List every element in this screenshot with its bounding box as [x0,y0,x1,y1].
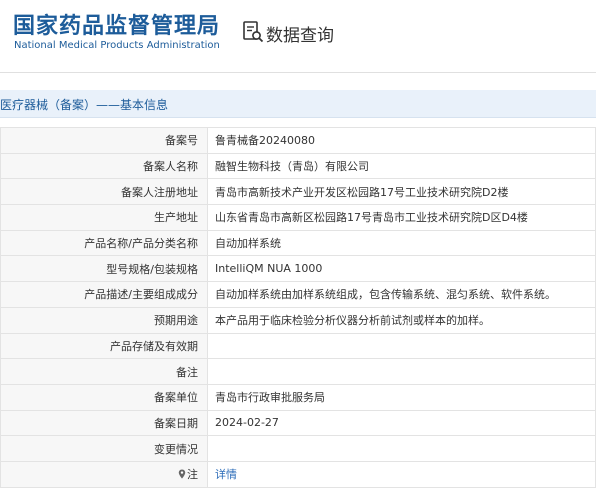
field-value [207,435,596,462]
field-value: 青岛市行政审批服务局 [207,383,596,411]
note-label: 注 [187,468,198,482]
table-row: 产品描述/主要组成成分 自动加样系统由加样系统组成，包含传输系统、混匀系统、软件系… [0,281,596,308]
field-label: 注 [0,460,208,488]
details-link[interactable]: 详情 [215,468,237,481]
field-value: 青岛市高新技术产业开发区松园路17号工业技术研究院D2楼 [207,178,596,206]
field-value: 自动加样系统 [207,229,596,257]
field-label: 产品名称/产品分类名称 [0,229,208,257]
table-row: 型号规格/包装规格 IntelliQM NUA 1000 [0,255,596,283]
section-header: 医疗器械（备案）——基本信息 [0,90,596,118]
field-label: 产品存储及有效期 [0,332,208,360]
data-query-title: 数据查询 [266,26,334,46]
table-row: 产品存储及有效期 [0,332,596,360]
field-value [207,358,596,385]
table-row: 备案日期 2024-02-27 [0,409,596,437]
location-pin-icon [178,469,186,479]
table-row: 备案单位 青岛市行政审批服务局 [0,383,596,411]
field-value: 2024-02-27 [207,409,596,437]
field-value: IntelliQM NUA 1000 [207,255,596,283]
table-row: 产品名称/产品分类名称 自动加样系统 [0,229,596,257]
field-label: 生产地址 [0,204,208,231]
field-value: 鲁青械备20240080 [207,127,596,154]
field-label: 预期用途 [0,306,208,334]
field-label: 备案单位 [0,383,208,411]
section-title: 医疗器械（备案）——基本信息 [0,98,169,112]
field-value: 自动加样系统由加样系统组成，包含传输系统、混匀系统、软件系统。 [207,281,596,308]
table-row: 备案人注册地址 青岛市高新技术产业开发区松园路17号工业技术研究院D2楼 [0,178,596,206]
table-row: 注 详情 [0,460,596,488]
field-value: 融智生物科技（青岛）有限公司 [207,152,596,180]
field-label: 备案人名称 [0,152,208,180]
table-row: 备注 [0,358,596,385]
field-value: 本产品用于临床检验分析仪器分析前试剂或样本的加样。 [207,306,596,334]
field-label: 备案号 [0,127,208,154]
site-logo-chinese[interactable]: 国家药品监督管理局 [13,8,220,40]
site-header: 国家药品监督管理局 National Medical Products Admi… [0,0,596,68]
device-info-table: 备案号 鲁青械备20240080 备案人名称 融智生物科技（青岛）有限公司 备案人注册地… [0,127,596,488]
field-value [207,332,596,360]
table-row: 变更情况 [0,435,596,462]
table-row: 备案号 鲁青械备20240080 [0,127,596,154]
field-label: 备案人注册地址 [0,178,208,206]
header-divider [0,72,596,73]
document-search-icon [243,21,264,43]
field-value: 山东省青岛市高新区松园路17号青岛市工业技术研究院D区D4楼 [207,204,596,231]
field-label: 型号规格/包装规格 [0,255,208,283]
field-label: 备案日期 [0,409,208,437]
table-row: 生产地址 山东省青岛市高新区松园路17号青岛市工业技术研究院D区D4楼 [0,204,596,231]
table-row: 备案人名称 融智生物科技（青岛）有限公司 [0,152,596,180]
table-row: 预期用途 本产品用于临床检验分析仪器分析前试剂或样本的加样。 [0,306,596,334]
site-logo-english[interactable]: National Medical Products Administration [14,40,220,51]
field-label: 产品描述/主要组成成分 [0,281,208,308]
field-label: 变更情况 [0,435,208,462]
field-label: 备注 [0,358,208,385]
field-value: 详情 [207,460,596,488]
